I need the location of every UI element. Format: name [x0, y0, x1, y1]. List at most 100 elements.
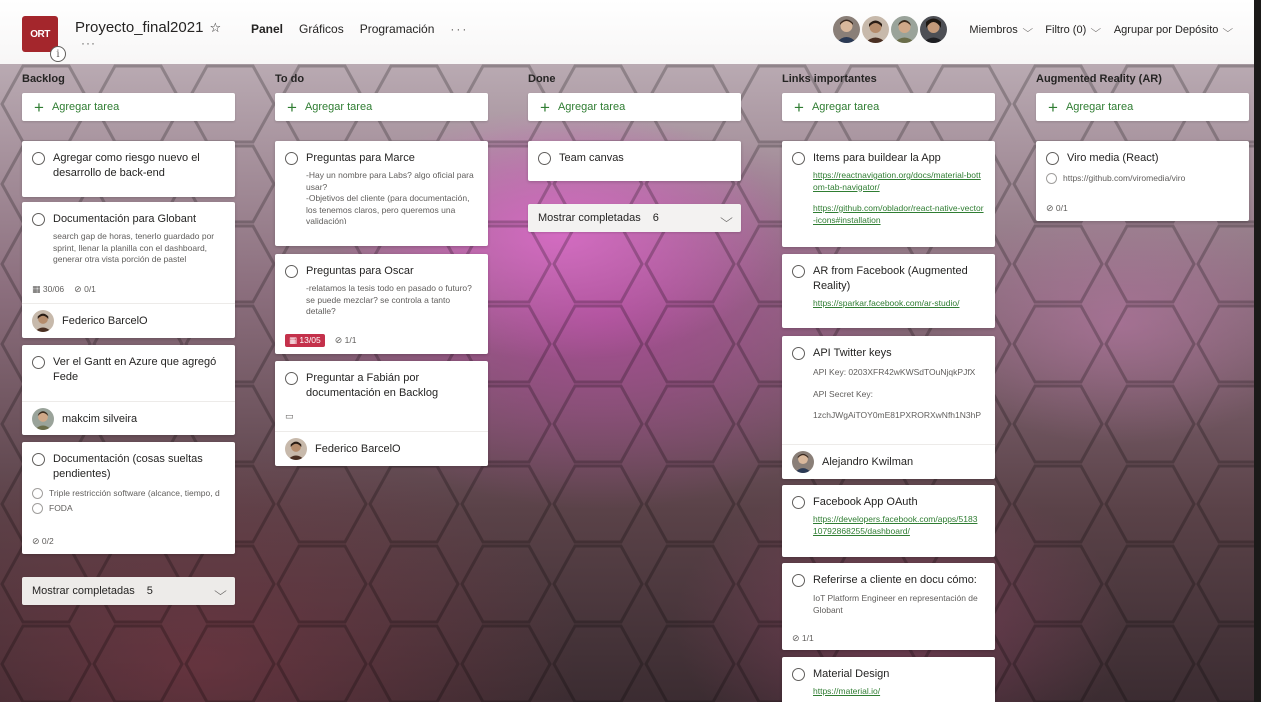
- bucket-title[interactable]: Augmented Reality (AR): [1036, 73, 1249, 91]
- add-task-button[interactable]: + Agregar tarea: [275, 93, 488, 121]
- add-task-button[interactable]: + Agregar tarea: [528, 93, 741, 121]
- assignee[interactable]: Alejandro Kwilman: [782, 444, 995, 478]
- member-avatar[interactable]: [833, 16, 861, 43]
- complete-checkbox[interactable]: [32, 152, 45, 165]
- member-avatar[interactable]: [862, 16, 890, 43]
- bucket-augmented-reality: Augmented Reality (AR) + Agregar tarea Vi…: [1036, 73, 1249, 221]
- task-meta: ⊘ 1/1: [782, 633, 824, 644]
- member-avatars[interactable]: [833, 16, 948, 43]
- task-card[interactable]: Documentación (cosas sueltas pendientes)…: [22, 442, 235, 554]
- task-card[interactable]: Preguntar a Fabián por documentación en …: [275, 361, 488, 466]
- task-card[interactable]: Preguntas para Oscar -relatamos la tesis…: [275, 254, 488, 354]
- tab-programacion[interactable]: Programación: [360, 22, 435, 36]
- task-notes: IoT Platform Engineer en representación …: [813, 593, 978, 615]
- assignee[interactable]: makcim silveira: [22, 401, 235, 435]
- task-notes: -Hay un nombre para Labs? algo oficial p…: [275, 166, 488, 224]
- task-card[interactable]: Documentación para Globant search gap de…: [22, 202, 235, 338]
- views-more-icon[interactable]: ···: [450, 22, 468, 36]
- checklist-progress: ⊘ 1/1: [792, 633, 814, 644]
- assignee[interactable]: Federico BarcelO: [275, 431, 488, 465]
- checklist-item[interactable]: https://github.com/viromedia/viro: [1036, 169, 1249, 184]
- bucket-title[interactable]: Backlog: [22, 73, 235, 91]
- task-card[interactable]: Ver el Gantt en Azure que agregó Fede ma…: [22, 345, 235, 435]
- complete-checkbox[interactable]: [285, 372, 298, 385]
- assignee-name: makcim silveira: [62, 412, 138, 425]
- checklist-progress: ⊘ 0/2: [32, 536, 54, 547]
- task-card[interactable]: AR from Facebook (Augmented Reality) htt…: [782, 254, 995, 328]
- add-task-button[interactable]: + Agregar tarea: [1036, 93, 1249, 121]
- bucket-title[interactable]: To do: [275, 73, 488, 91]
- complete-checkbox[interactable]: [792, 152, 805, 165]
- members-label: Miembros: [969, 23, 1018, 36]
- tab-panel[interactable]: Panel: [251, 22, 283, 36]
- complete-checkbox[interactable]: [285, 152, 298, 165]
- complete-checkbox[interactable]: [285, 265, 298, 278]
- task-card[interactable]: Material Design https://material.io/: [782, 657, 995, 702]
- complete-checkbox[interactable]: [792, 347, 805, 360]
- checklist-item[interactable]: FODA: [22, 499, 235, 514]
- checklist-text: 1/1: [801, 633, 814, 643]
- complete-checkbox[interactable]: [792, 574, 805, 587]
- completed-count: 5: [146, 585, 153, 597]
- task-card[interactable]: Preguntas para Marce -Hay un nombre para…: [275, 141, 488, 246]
- add-task-button[interactable]: + Agregar tarea: [22, 93, 235, 121]
- task-card[interactable]: Agregar como riesgo nuevo el desarrollo …: [22, 141, 235, 197]
- complete-checkbox[interactable]: [32, 213, 45, 226]
- checklist-checkbox[interactable]: [32, 503, 43, 514]
- task-meta: ⊘ 0/1: [1036, 203, 1078, 214]
- task-card[interactable]: Facebook App OAuth https://developers.fa…: [782, 485, 995, 557]
- completed-count: 6: [652, 212, 659, 224]
- assignee[interactable]: Federico BarcelO: [22, 303, 235, 337]
- task-title: Material Design: [813, 668, 890, 680]
- favorite-star-icon[interactable]: ☆: [209, 20, 221, 35]
- task-card[interactable]: Referirse a cliente en docu cómo: IoT Pl…: [782, 563, 995, 650]
- task-card[interactable]: API Twitter keys API Key: 0203XFR42wKWSd…: [782, 336, 995, 479]
- show-completed-button[interactable]: Mostrar completadas 6 ⌵: [528, 204, 741, 232]
- complete-checkbox[interactable]: [792, 496, 805, 509]
- calendar-icon: ▦: [32, 284, 41, 294]
- complete-checkbox[interactable]: [792, 265, 805, 278]
- chevron-down-icon: ⌵: [720, 210, 733, 225]
- members-dropdown[interactable]: Miembros ⌵: [969, 23, 1032, 36]
- avatar: [285, 437, 307, 460]
- complete-checkbox[interactable]: [792, 668, 805, 681]
- task-title: Viro media (React): [1067, 152, 1159, 164]
- bucket-title[interactable]: Links importantes: [782, 73, 995, 91]
- plus-icon: +: [287, 97, 297, 117]
- task-title: Preguntar a Fabián por documentación en …: [306, 372, 439, 399]
- filter-dropdown[interactable]: Filtro (0) ⌵: [1045, 24, 1101, 36]
- link[interactable]: https://github.com/oblador/react-native-…: [813, 203, 985, 226]
- member-avatar[interactable]: [891, 16, 919, 43]
- plan-more-icon[interactable]: ···: [81, 36, 96, 50]
- complete-checkbox[interactable]: [1046, 152, 1059, 165]
- checklist-icon: ⊘: [32, 536, 40, 546]
- assignee-name: Alejandro Kwilman: [822, 455, 914, 468]
- link[interactable]: https://material.io/: [813, 686, 985, 698]
- window-edge: [1254, 0, 1261, 702]
- task-title: Referirse a cliente en docu cómo:: [813, 574, 977, 586]
- checklist-item[interactable]: Triple restricción software (alcance, ti…: [22, 484, 235, 499]
- complete-checkbox[interactable]: [538, 152, 551, 165]
- plan-title[interactable]: Proyecto_final2021 ☆: [75, 19, 221, 36]
- checklist-icon: ⊘: [334, 335, 343, 345]
- task-card[interactable]: Items para buildear la App https://react…: [782, 141, 995, 247]
- bucket-title[interactable]: Done: [528, 73, 741, 91]
- tab-graficos[interactable]: Gráficos: [299, 22, 344, 36]
- task-card[interactable]: Viro media (React) https://github.com/vi…: [1036, 141, 1249, 221]
- task-notes: https://developers.facebook.com/apps/518…: [782, 510, 995, 537]
- complete-checkbox[interactable]: [32, 453, 45, 466]
- bucket-backlog: Backlog + Agregar tarea Agregar como ries…: [22, 73, 235, 605]
- complete-checkbox[interactable]: [32, 356, 45, 369]
- show-completed-button[interactable]: Mostrar completadas 5 ⌵: [22, 577, 235, 605]
- checklist-checkbox[interactable]: [1046, 173, 1057, 184]
- link[interactable]: https://sparkar.facebook.com/ar-studio/: [813, 298, 985, 310]
- task-meta: ▭: [275, 411, 304, 422]
- info-icon[interactable]: i: [50, 46, 66, 62]
- link[interactable]: https://developers.facebook.com/apps/518…: [813, 514, 981, 537]
- group-by-dropdown[interactable]: Agrupar por Depósito ⌵: [1114, 24, 1234, 36]
- link[interactable]: https://reactnavigation.org/docs/materia…: [813, 170, 985, 193]
- task-card[interactable]: Team canvas: [528, 141, 741, 181]
- checklist-checkbox[interactable]: [32, 488, 43, 499]
- member-avatar[interactable]: [920, 16, 948, 43]
- add-task-button[interactable]: + Agregar tarea: [782, 93, 995, 121]
